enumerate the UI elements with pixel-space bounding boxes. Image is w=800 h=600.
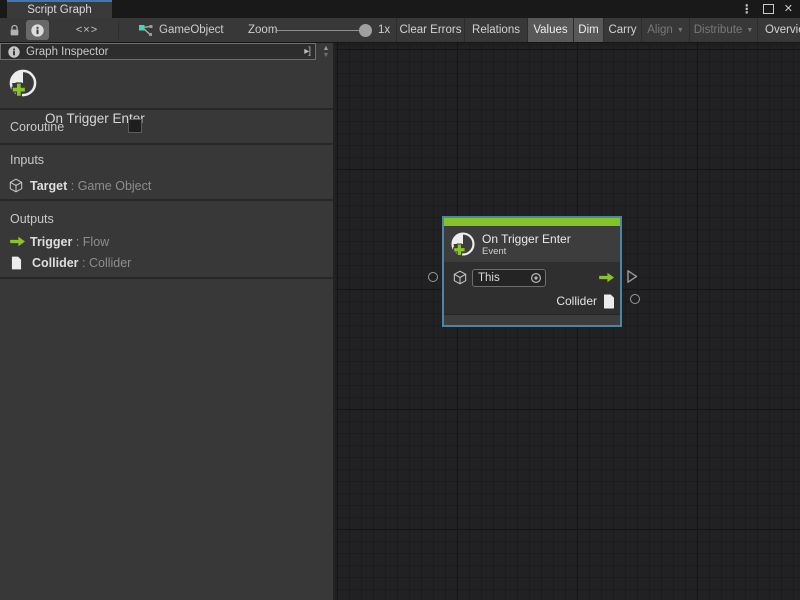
chevron-down-icon: ▼ <box>746 27 753 34</box>
close-icon[interactable]: ✕ <box>784 4 793 15</box>
port-type: Game Object <box>78 179 152 193</box>
toolbar-separator <box>118 21 119 39</box>
inputs-header: Inputs <box>10 153 44 167</box>
port-name: Trigger <box>30 235 72 249</box>
node-subtitle: Event <box>482 246 571 257</box>
script-graph-icon <box>138 23 153 38</box>
graph-canvas[interactable]: On Trigger Enter Event This <box>335 43 800 600</box>
document-icon <box>11 256 22 270</box>
maximize-icon[interactable] <box>763 4 774 14</box>
node-header[interactable]: On Trigger Enter Event <box>444 226 620 262</box>
inspector-toggle-button[interactable] <box>26 20 49 40</box>
zoom-slider[interactable] <box>277 30 369 32</box>
event-icon <box>450 231 476 257</box>
outputs-header: Outputs <box>10 212 54 226</box>
document-icon <box>603 294 615 309</box>
event-icon <box>8 68 38 98</box>
node-row-collider: Collider <box>444 290 620 312</box>
code-preview-button[interactable]: <×> <box>70 18 104 42</box>
flow-arrow-icon <box>598 272 615 283</box>
port-type: Flow <box>83 235 109 249</box>
node-title: On Trigger Enter <box>482 232 571 246</box>
input-port[interactable] <box>428 272 438 282</box>
dim-button[interactable]: Dim <box>573 18 603 42</box>
info-icon <box>8 46 20 58</box>
input-row-target: Target : Game Object <box>0 177 151 194</box>
info-icon <box>31 24 44 37</box>
output-row-trigger: Trigger : Flow <box>0 233 109 250</box>
divider <box>0 277 333 279</box>
chevron-down-icon: ▼ <box>677 27 684 34</box>
window-titlebar: Script Graph ⋮ ✕ <box>0 0 800 18</box>
flow-arrow-icon <box>9 236 26 247</box>
collider-output-port[interactable] <box>630 294 640 304</box>
scroll-down-icon[interactable]: ▼ <box>323 52 330 59</box>
tab-title: Script Graph <box>27 4 92 16</box>
align-dropdown[interactable]: Align▼ <box>641 18 689 42</box>
graph-inspector-title: Graph Inspector <box>26 46 108 58</box>
divider <box>0 108 333 110</box>
port-name: Target <box>30 179 67 193</box>
unity-script-graph-window: Script Graph ⋮ ✕ <×> <box>0 0 800 600</box>
graph-owner-chip[interactable]: GameObject <box>138 18 224 42</box>
relations-button[interactable]: Relations <box>464 18 527 42</box>
graph-inspector-panel: Graph Inspector ▸] ▲ ▼ On Trigger Enter … <box>0 43 335 600</box>
target-self-value: This <box>478 272 530 284</box>
collider-port-label: Collider <box>556 294 597 308</box>
window-controls: ⋮ ✕ <box>741 0 793 18</box>
menu-icon[interactable]: ⋮ <box>741 3 753 15</box>
dock-icon[interactable]: ▸] <box>304 46 310 57</box>
output-row-collider: Collider : Collider <box>0 254 131 271</box>
tab-script-graph[interactable]: Script Graph <box>7 0 112 18</box>
divider <box>0 143 333 145</box>
values-button[interactable]: Values <box>527 18 573 42</box>
coroutine-checkbox[interactable] <box>128 119 142 133</box>
cube-icon <box>453 270 467 285</box>
node-on-trigger-enter[interactable]: On Trigger Enter Event This <box>442 216 622 327</box>
overview-button[interactable]: Overview <box>757 18 800 42</box>
distribute-dropdown[interactable]: Distribute▼ <box>689 18 757 42</box>
carry-button[interactable]: Carry <box>603 18 641 42</box>
clear-errors-button[interactable]: Clear Errors <box>396 18 464 42</box>
code-icon: <×> <box>76 24 98 36</box>
node-accent-bar <box>444 218 620 226</box>
zoom-value: 1x <box>378 18 390 42</box>
node-body: This Collider <box>444 262 620 314</box>
graph-toolbar: <×> GameObject Zoom 1x Clear Errors Rela… <box>0 18 800 43</box>
port-name: Collider <box>32 256 79 270</box>
scroll-up-icon[interactable]: ▲ <box>323 45 330 52</box>
port-type: Collider <box>89 256 131 270</box>
cube-icon <box>9 178 23 193</box>
zoom-slider-handle[interactable] <box>359 24 372 37</box>
trigger-output-port[interactable] <box>626 269 638 284</box>
object-picker-icon[interactable] <box>530 272 542 284</box>
zoom-label: Zoom <box>248 18 277 42</box>
coroutine-label: Coroutine <box>10 120 64 134</box>
divider <box>0 199 333 201</box>
graph-inspector-titlebar[interactable]: Graph Inspector ▸] <box>0 43 316 60</box>
lock-icon <box>9 24 20 37</box>
gameobject-label: GameObject <box>159 24 224 36</box>
lock-button[interactable] <box>6 18 22 42</box>
node-row-target: This <box>444 262 620 290</box>
panel-scrubber[interactable]: ▲ ▼ <box>319 44 333 60</box>
target-self-dropdown[interactable]: This <box>472 269 546 287</box>
node-footer <box>444 314 620 325</box>
